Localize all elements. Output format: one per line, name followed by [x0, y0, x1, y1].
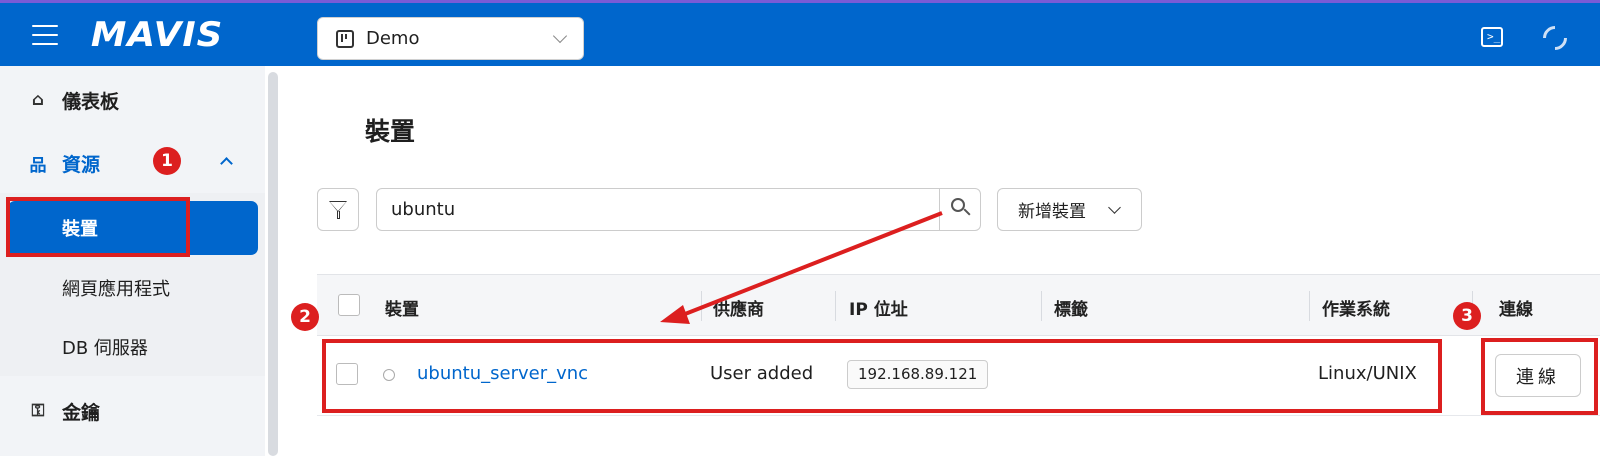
add-device-label: 新增裝置 — [1018, 202, 1086, 222]
filter-icon — [337, 211, 340, 219]
column-header-connect: 連線 — [1499, 300, 1533, 320]
annotation-badge-3: 3 — [1453, 302, 1481, 330]
sidebar-item-label: 資源 — [62, 153, 101, 176]
table-header: 裝置 供應商 IP 位址 標籤 作業系統 連線 — [317, 274, 1600, 336]
app-logo[interactable]: MAVIS — [91, 15, 224, 55]
chevron-down-icon — [552, 28, 568, 44]
annotation-box-devices — [6, 197, 190, 257]
annotation-badge-2: 2 — [291, 303, 319, 331]
sidebar-item-db-servers[interactable]: DB 伺服器 — [8, 320, 258, 374]
sidebar-scrollbar[interactable] — [268, 72, 278, 456]
column-header-os[interactable]: 作業系統 — [1322, 295, 1390, 320]
menu-icon[interactable] — [32, 25, 58, 45]
key-icon: ⚿ — [31, 401, 45, 421]
project-icon — [336, 29, 354, 48]
project-select[interactable]: Demo — [317, 17, 584, 60]
column-header-device[interactable]: 裝置 — [385, 295, 419, 320]
sidebar-item-label: 金鑰 — [62, 401, 101, 424]
search-button[interactable] — [939, 189, 980, 230]
select-all-checkbox[interactable] — [338, 294, 360, 316]
annotation-box-connect — [1481, 338, 1598, 415]
column-header-tags[interactable]: 標籤 — [1054, 295, 1088, 320]
sidebar-item-label: 儀表板 — [62, 90, 120, 113]
project-name: Demo — [366, 28, 420, 49]
search-box — [376, 188, 981, 231]
annotation-badge-1: 1 — [153, 147, 181, 175]
top-bar: MAVIS Demo >_ — [0, 0, 1600, 66]
sidebar-item-keys[interactable]: ⚿ 金鑰 — [0, 384, 265, 438]
refresh-icon[interactable] — [1538, 21, 1572, 55]
column-header-ip[interactable]: IP 位址 — [849, 295, 908, 320]
chevron-up-icon — [220, 157, 233, 170]
annotation-box-row — [322, 339, 1442, 413]
add-device-button[interactable]: 新增裝置 — [997, 188, 1142, 231]
filter-button[interactable] — [317, 188, 359, 231]
column-header-vendor[interactable]: 供應商 — [713, 295, 764, 320]
chevron-down-icon — [1108, 201, 1121, 214]
search-input[interactable] — [391, 189, 931, 230]
page-title: 裝置 — [365, 117, 416, 146]
home-icon: ⌂ — [31, 90, 45, 110]
sidebar-item-web-apps[interactable]: 網頁應用程式 — [8, 261, 258, 315]
sitemap-icon: 品 — [29, 155, 47, 176]
sidebar-item-resources[interactable]: 品 資源 — [0, 136, 265, 190]
terminal-icon[interactable]: >_ — [1481, 27, 1503, 47]
sidebar-item-dashboard[interactable]: ⌂ 儀表板 — [0, 73, 265, 127]
